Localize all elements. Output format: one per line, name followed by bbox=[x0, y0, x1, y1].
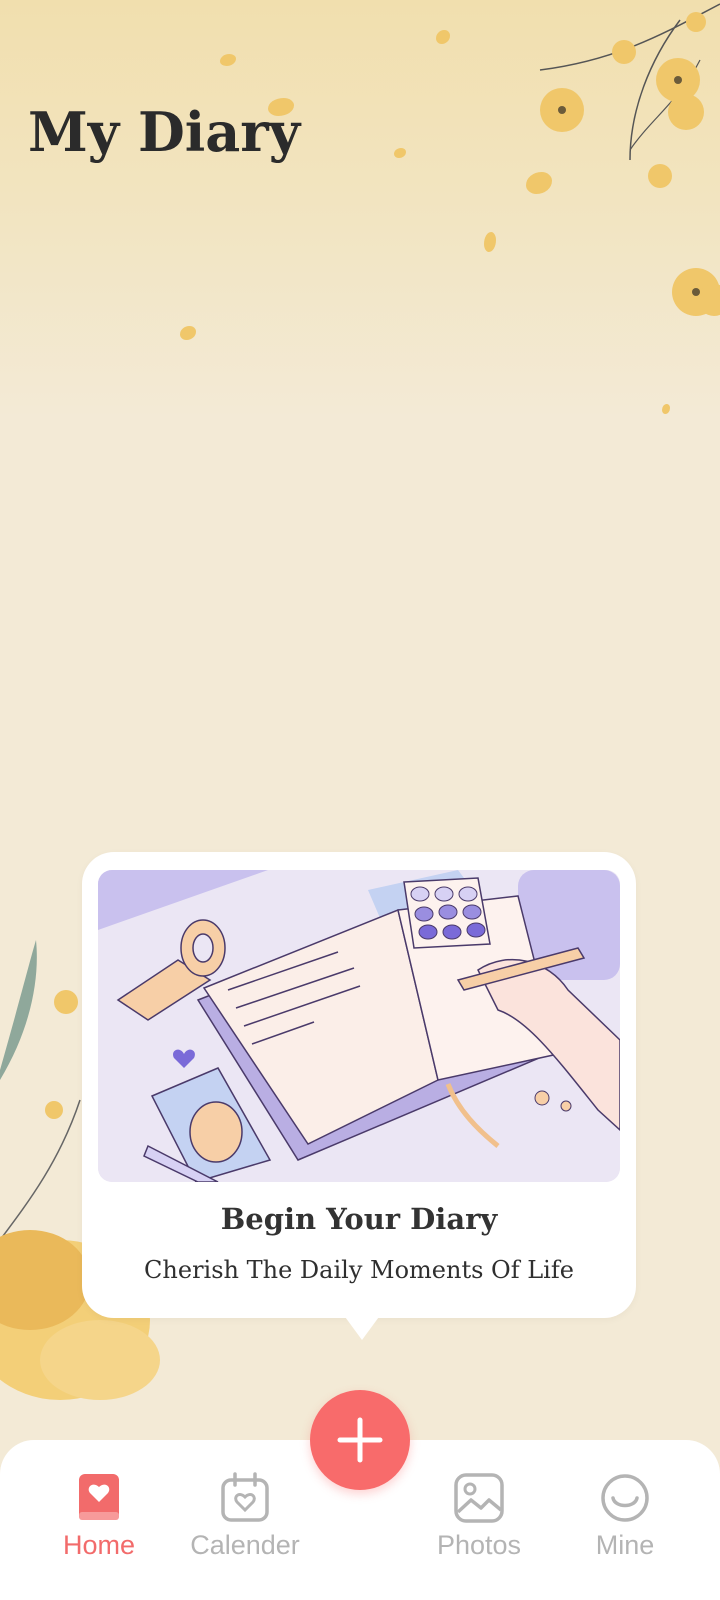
empty-state-subtitle: Cherish The Daily Moments Of Life bbox=[144, 1256, 574, 1284]
empty-state-title: Begin Your Diary bbox=[220, 1202, 498, 1236]
tab-label: Photos bbox=[436, 1530, 522, 1560]
tab-label: Home bbox=[62, 1530, 136, 1560]
diary-illustration bbox=[98, 870, 620, 1182]
diary-heart-icon bbox=[79, 1474, 119, 1520]
tab-label: Mine bbox=[595, 1530, 655, 1560]
calendar-heart-icon bbox=[221, 1472, 269, 1522]
page-title: My Diary bbox=[28, 100, 301, 164]
tab-calender[interactable]: Calender bbox=[180, 1472, 310, 1561]
tab-photos[interactable]: Photos bbox=[414, 1472, 544, 1561]
flower-branch-decoration bbox=[539, 3, 720, 316]
smile-icon bbox=[601, 1474, 649, 1522]
add-entry-button[interactable] bbox=[310, 1390, 410, 1490]
tab-label: Calender bbox=[190, 1530, 300, 1560]
plus-icon bbox=[337, 1417, 383, 1463]
empty-state-card: Begin Your Diary Cherish The Daily Momen… bbox=[82, 852, 636, 1318]
card-pointer bbox=[340, 1310, 384, 1340]
image-icon bbox=[454, 1473, 504, 1523]
tab-home[interactable]: Home bbox=[34, 1472, 164, 1561]
tab-mine[interactable]: Mine bbox=[560, 1472, 690, 1561]
